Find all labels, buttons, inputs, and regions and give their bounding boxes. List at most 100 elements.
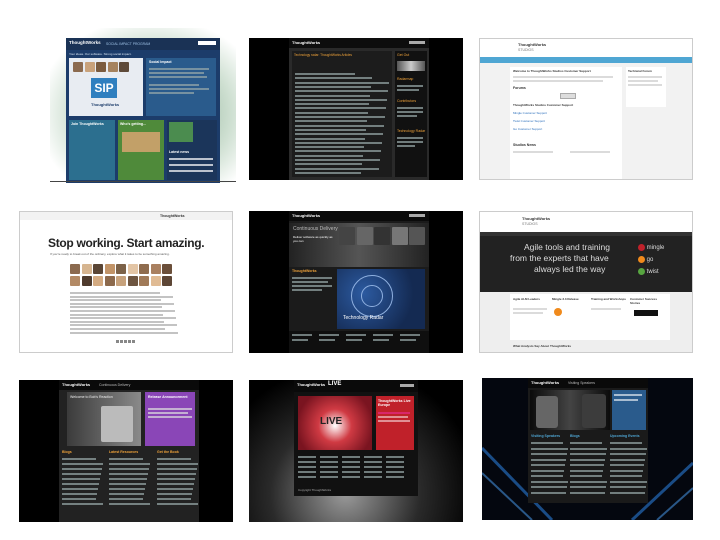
article-heading: Technology radar: ThoughtWorks Articles [294, 53, 352, 57]
sidebar-heading[interactable]: Contributors [397, 99, 416, 103]
col-heading: Blogs [62, 450, 72, 454]
live-side[interactable]: ThoughtWorks Live Europe [376, 396, 414, 450]
text-line [70, 292, 160, 294]
photo [119, 62, 129, 72]
side-box[interactable] [612, 390, 646, 430]
text-line [610, 491, 645, 494]
text-line [342, 466, 360, 468]
tw-logo[interactable]: ThoughtWorks [292, 213, 320, 218]
social-icon[interactable] [128, 340, 131, 343]
text-line [295, 103, 369, 106]
thumb-studios-support[interactable]: ThoughtWorks STUDIOS Welcome to ThoughtW… [479, 38, 693, 180]
box-news[interactable]: Latest news [167, 120, 217, 180]
tw-logo[interactable]: ThoughtWorks [531, 380, 559, 385]
hero-photo[interactable] [530, 390, 610, 430]
tw-logo[interactable]: ThoughtWorks [160, 214, 185, 218]
social-icon[interactable] [120, 340, 123, 343]
thumb-social-impact[interactable]: ThoughtWorks SOCIAL IMPACT PROGRAM Your … [50, 28, 236, 183]
search-box[interactable] [409, 214, 425, 217]
text-line [70, 331, 178, 334]
login-button[interactable] [560, 93, 576, 99]
text-line [292, 281, 328, 283]
product-mingle[interactable]: mingle [638, 244, 664, 251]
support-link[interactable]: Go Customer Support [513, 127, 542, 131]
search-box[interactable] [198, 41, 216, 45]
text-line [109, 488, 145, 490]
live-side-title: ThoughtWorks Live Europe [378, 399, 411, 407]
main-panel: Welcome to ThoughtWorks Studios Customer… [510, 67, 622, 179]
announcement-box[interactable]: Release Announcement [145, 392, 195, 446]
text-line [70, 310, 175, 312]
text-line [295, 111, 368, 114]
text-line [513, 308, 547, 310]
radar-banner[interactable]: Technology Radar [337, 269, 425, 329]
text-line [292, 285, 332, 287]
tw-logo[interactable]: ThoughtWorks [62, 382, 90, 387]
text-line [295, 137, 365, 140]
thumb-tech-radar-articles[interactable]: ThoughtWorks Technology radar: ThoughtWo… [249, 38, 463, 180]
product-label: mingle [646, 245, 665, 252]
live-banner[interactable]: LIVE [298, 396, 372, 450]
text-line [169, 158, 213, 160]
thumb-stop-working[interactable]: ThoughtWorks Stop working. Start amazing… [19, 211, 233, 353]
social-icon[interactable] [116, 340, 119, 343]
tw-logo[interactable]: ThoughtWorks [292, 40, 320, 45]
text-line [397, 111, 423, 113]
text-line [570, 151, 610, 153]
content-area: Agile ALM Leaders Mingle 3.3 Release Tra… [510, 294, 670, 340]
text-line [531, 464, 565, 466]
text-line [295, 133, 383, 136]
hero-line: Agile tools and training [524, 242, 611, 252]
thumb-continuous-delivery[interactable]: ThoughtWorks Continuous Delivery Deliver… [249, 211, 463, 353]
sidebar-heading[interactable]: Get Out [397, 53, 409, 57]
text-line [610, 480, 647, 483]
tw-logo[interactable]: ThoughtWorks [69, 40, 101, 45]
text-line [295, 120, 367, 123]
product-twist[interactable]: twist [638, 268, 659, 275]
text-line [570, 469, 603, 472]
text-line [62, 463, 103, 465]
product-go[interactable]: go [638, 256, 653, 263]
text-line [397, 145, 415, 147]
social-icon[interactable] [132, 340, 135, 343]
intro-panel: Social Impact [146, 58, 216, 116]
text-line [320, 471, 338, 473]
text-line [397, 115, 417, 117]
hero-slide[interactable]: SIP ThoughtWorks [69, 58, 143, 116]
text-line [109, 468, 149, 470]
support-link[interactable]: Mingle Customer Support [513, 111, 547, 115]
sidebar-heading[interactable]: Radarmap [397, 77, 413, 81]
photo [96, 62, 106, 72]
box-who[interactable]: Who's getting... [118, 120, 164, 180]
text-line [295, 141, 382, 144]
hero-text: Welcome to Bob's Reaction [70, 395, 113, 399]
tw-logo[interactable]: ThoughtWorks [518, 42, 546, 47]
hero-video[interactable]: Welcome to Bob's Reaction [67, 392, 141, 446]
support-link[interactable]: Twist Customer Support [513, 119, 545, 123]
tw-logo[interactable]: ThoughtWorks [297, 382, 325, 387]
sidebar-heading[interactable]: Technology Radar [397, 129, 425, 133]
search-box[interactable] [400, 384, 414, 387]
text-line [298, 456, 316, 458]
text-line [628, 84, 662, 86]
thumb-visiting-speakers[interactable]: ThoughtWorks Visiting Speakers Visiting … [482, 378, 693, 520]
thumb-studios-home[interactable]: ThoughtWorks STUDIOS Agile tools and tra… [479, 211, 693, 353]
text-line [531, 480, 568, 483]
tw-logo[interactable]: ThoughtWorks [522, 216, 550, 221]
text-line [610, 486, 646, 488]
thumb-cd-purple[interactable]: ThoughtWorks Continuous Delivery Welcome… [19, 380, 233, 522]
text-line [386, 471, 404, 473]
text-line [62, 473, 101, 475]
text-line [319, 334, 339, 336]
search-box[interactable] [409, 41, 425, 44]
social-icon[interactable] [124, 340, 127, 343]
text-line [169, 170, 213, 172]
box-join[interactable]: Join ThoughtWorks [69, 120, 115, 180]
text-line [62, 478, 100, 480]
text-line [397, 137, 423, 139]
text-line [149, 72, 204, 74]
thumb-tw-live[interactable]: ThoughtWorks LIVE LIVE ThoughtWorks Live… [249, 380, 463, 522]
text-line [513, 80, 603, 82]
news-title: Latest news [169, 150, 190, 154]
text-line [364, 466, 382, 468]
